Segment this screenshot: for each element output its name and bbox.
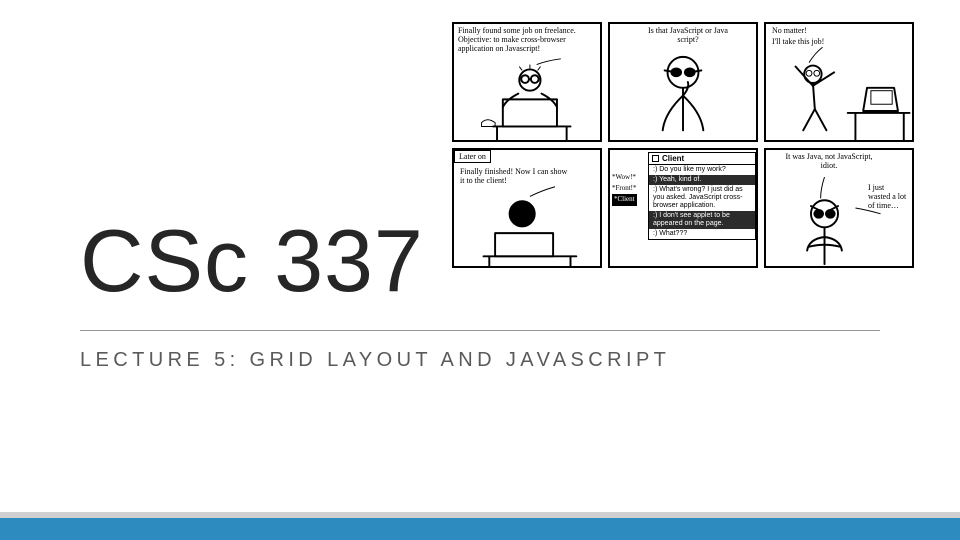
panel-5-aside-3: *Client [612,194,637,205]
panel-6-caption-b: I just wasted a lot of time… [868,184,908,210]
comic-panel-3: No matter! I'll take this job! [764,22,914,142]
title-block: CSc 337 LECTURE 5: GRID LAYOUT AND JAVAS… [80,210,880,372]
panel-6-caption-a: It was Java, not JavaScript, idiot. [784,153,874,171]
chat-line-2: :) Yeah, kind of. [649,175,755,185]
panel-3-caption-a: No matter! [772,27,807,36]
comic-panel-2: Is that JavaScript or Java script? [608,22,758,142]
panel-3-caption-b: I'll take this job! [772,38,824,47]
panel-4-caption: Finally finished! Now I can show it to t… [460,168,570,186]
title-divider [80,330,880,331]
panel-4-tag: Later on [454,150,491,163]
slide-subtitle: LECTURE 5: GRID LAYOUT AND JAVASCRIPT [80,349,880,372]
panel-5-aside-1: *Wow!* [612,172,637,183]
chat-line-1: :) Do you like my work? [649,165,755,175]
footer-accent-bar [0,518,960,540]
slide-title: Finally found some job on freelance. Obj… [0,0,960,540]
chat-title: Client [662,154,684,163]
slide-title-text: CSc 337 [80,210,880,312]
chat-line-3: :) What's wrong? I just did as you asked… [649,185,755,211]
panel-2-caption: Is that JavaScript or Java script? [638,27,738,45]
panel-1-caption: Finally found some job on freelance. Obj… [458,27,593,53]
chat-header: Client [649,153,755,165]
chat-app-icon [652,155,659,162]
comic-panel-1: Finally found some job on freelance. Obj… [452,22,602,142]
panel-5-aside-2: *Front!* [612,183,637,194]
